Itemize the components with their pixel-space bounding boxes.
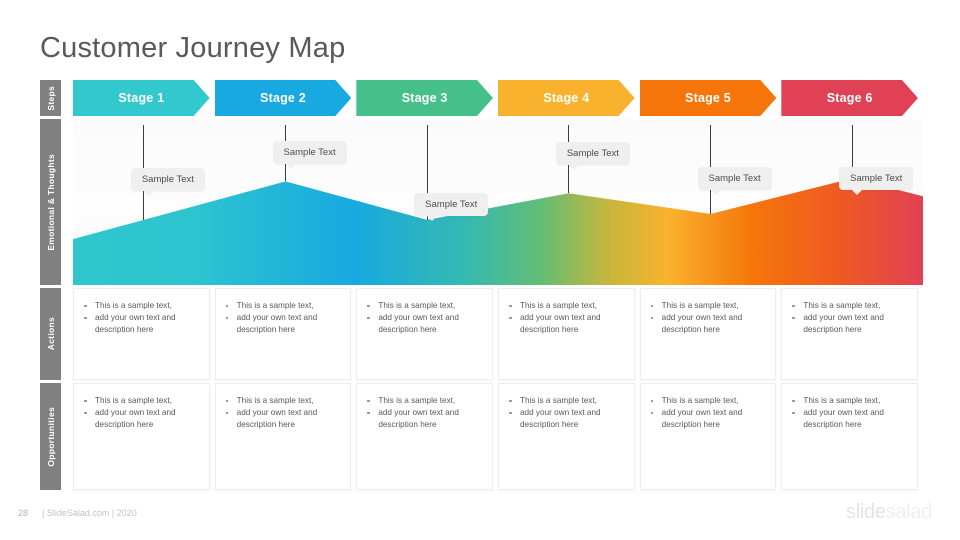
- opportunities-bullet-list-2: This is a sample text, add your own text …: [224, 395, 341, 430]
- actions-card-4[interactable]: This is a sample text, add your own text …: [498, 288, 635, 380]
- stage-arrow-2[interactable]: Stage 2: [215, 80, 352, 116]
- opportunities-bullet-list-4: This is a sample text, add your own text …: [507, 395, 624, 430]
- row-label-emotional-thoughts: Emotional & Thoughts: [40, 119, 61, 285]
- opportunities-bullet-item: add your own text and description here: [507, 407, 624, 430]
- actions-bullet-item: add your own text and description here: [365, 312, 482, 335]
- opportunities-bullet-item: This is a sample text,: [224, 395, 341, 407]
- stage-arrow-label-4: Stage 4: [543, 91, 590, 105]
- annotation-bubble-3[interactable]: Sample Text: [414, 193, 489, 221]
- stage-arrow-1[interactable]: Stage 1: [73, 80, 210, 116]
- actions-bullet-item: add your own text and description here: [649, 312, 766, 335]
- stage-header-row: Stage 1 Stage 2 Stage 3 Stage 4 Stage 5 Stage…: [73, 80, 923, 116]
- footer-page-number: 28: [18, 508, 29, 518]
- actions-bullet-item: This is a sample text,: [649, 300, 766, 312]
- opportunities-bullet-item: add your own text and description here: [790, 407, 907, 430]
- actions-bullet-list-1: This is a sample text, add your own text …: [82, 300, 199, 335]
- annotation-bubble-6[interactable]: Sample Text: [839, 167, 914, 195]
- opportunities-bullet-item: add your own text and description here: [82, 407, 199, 430]
- stage-arrow-4[interactable]: Stage 4: [498, 80, 635, 116]
- actions-bullet-item: This is a sample text,: [365, 300, 482, 312]
- stage-arrow-label-6: Stage 6: [826, 91, 873, 105]
- actions-card-6[interactable]: This is a sample text, add your own text …: [781, 288, 918, 380]
- actions-bullet-list-4: This is a sample text, add your own text …: [507, 300, 624, 335]
- logo-part-two: salad: [885, 501, 933, 523]
- opportunities-card-5[interactable]: This is a sample text, add your own text …: [639, 383, 777, 490]
- stage-arrow-label-1: Stage 1: [118, 91, 165, 105]
- stage-arrow-label-2: Stage 2: [260, 91, 306, 105]
- stage-arrow-6[interactable]: Stage 6: [781, 80, 918, 116]
- opportunities-bullet-item: This is a sample text,: [365, 395, 482, 407]
- stage-arrow-label-3: Stage 3: [401, 91, 448, 105]
- annotation-bubble-1[interactable]: Sample Text: [130, 168, 205, 196]
- emotional-curve-svg: [73, 178, 923, 285]
- opportunities-bullet-item: add your own text and description here: [365, 407, 482, 430]
- actions-bullet-item: This is a sample text,: [82, 300, 199, 312]
- row-label-steps-text: Steps: [45, 85, 56, 111]
- actions-bullet-item: This is a sample text,: [790, 300, 907, 312]
- row-label-emotional-thoughts-text: Emotional & Thoughts: [45, 153, 56, 251]
- opportunities-card-3[interactable]: This is a sample text, add your own text …: [356, 383, 493, 490]
- opportunities-card-1[interactable]: This is a sample text, add your own text …: [73, 383, 210, 490]
- actions-bullet-item: add your own text and description here: [790, 312, 907, 335]
- actions-bullet-list-6: This is a sample text, add your own text …: [790, 300, 907, 335]
- actions-bullet-list-2: This is a sample text, add your own text …: [224, 300, 341, 335]
- actions-bullet-item: add your own text and description here: [507, 312, 624, 335]
- footer-credit: | SlideSalad.com | 2020: [42, 508, 137, 518]
- opportunities-bullet-item: This is a sample text,: [507, 395, 624, 407]
- logo-part-one: slide: [846, 501, 886, 523]
- opportunities-bullet-item: This is a sample text,: [790, 395, 907, 407]
- stage-arrow-5[interactable]: Stage 5: [640, 80, 777, 116]
- opportunities-card-4[interactable]: This is a sample text, add your own text …: [498, 383, 635, 490]
- opportunities-bullet-item: add your own text and description here: [224, 407, 341, 430]
- actions-bullet-item: This is a sample text,: [507, 300, 624, 312]
- actions-bullet-item: This is a sample text,: [224, 300, 341, 312]
- row-label-actions: Actions: [40, 288, 61, 380]
- actions-bullet-list-5: This is a sample text, add your own text …: [649, 300, 766, 335]
- opportunities-card-row: This is a sample text, add your own text …: [73, 383, 923, 490]
- actions-bullet-item: add your own text and description here: [82, 312, 199, 335]
- opportunities-bullet-item: add your own text and description here: [649, 407, 766, 430]
- row-label-steps: Steps: [40, 80, 61, 116]
- opportunities-card-2[interactable]: This is a sample text, add your own text …: [214, 383, 352, 490]
- slidesalad-logo: slidesalad: [846, 501, 932, 524]
- actions-card-1[interactable]: This is a sample text, add your own text …: [73, 288, 210, 380]
- actions-card-3[interactable]: This is a sample text, add your own text …: [356, 288, 493, 380]
- page-title: Customer Journey Map: [40, 32, 346, 64]
- row-label-opportunities: Opportunities: [40, 383, 61, 490]
- actions-card-5[interactable]: This is a sample text, add your own text …: [639, 288, 777, 380]
- row-label-actions-text: Actions: [45, 317, 56, 351]
- stage-arrow-label-5: Stage 5: [685, 91, 731, 105]
- actions-bullet-item: add your own text and description here: [224, 312, 341, 335]
- opportunities-card-6[interactable]: This is a sample text, add your own text …: [781, 383, 918, 490]
- actions-card-row: This is a sample text, add your own text …: [73, 288, 923, 380]
- opportunities-bullet-list-6: This is a sample text, add your own text …: [790, 395, 907, 430]
- actions-bullet-list-3: This is a sample text, add your own text …: [365, 300, 482, 335]
- annotation-bubble-2[interactable]: Sample Text: [272, 141, 347, 169]
- actions-card-2[interactable]: This is a sample text, add your own text …: [214, 288, 352, 380]
- annotation-bubble-4[interactable]: Sample Text: [555, 142, 630, 170]
- opportunities-bullet-list-5: This is a sample text, add your own text …: [649, 395, 766, 430]
- opportunities-bullet-item: This is a sample text,: [82, 395, 199, 407]
- row-label-opportunities-text: Opportunities: [45, 406, 56, 467]
- opportunities-bullet-list-3: This is a sample text, add your own text …: [365, 395, 482, 430]
- stage-arrow-3[interactable]: Stage 3: [356, 80, 493, 116]
- opportunities-bullet-list-1: This is a sample text, add your own text …: [82, 395, 199, 430]
- opportunities-bullet-item: This is a sample text,: [649, 395, 766, 407]
- annotation-bubble-5[interactable]: Sample Text: [697, 167, 772, 195]
- slide-canvas: Customer Journey Map Steps Emotional & T…: [0, 0, 960, 540]
- emotional-journey-chart: [73, 119, 923, 285]
